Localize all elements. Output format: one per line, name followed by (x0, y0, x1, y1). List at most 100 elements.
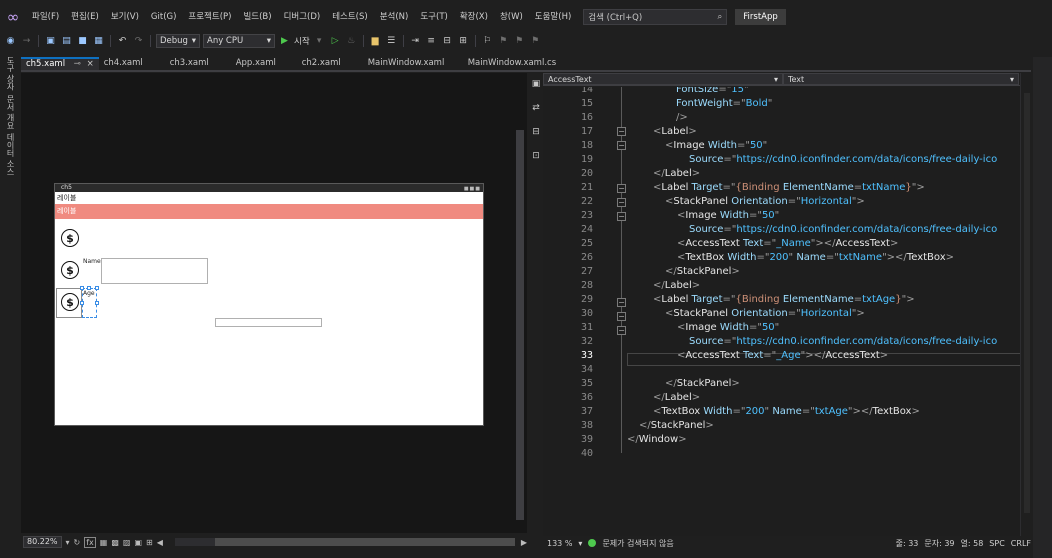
collapse-toggle-icon[interactable]: − (617, 198, 626, 207)
tab-ch2-xaml[interactable]: ch2.xaml (297, 57, 363, 70)
menu-extensions[interactable]: 확장(X) (454, 7, 494, 27)
tab-ch4-xaml[interactable]: ch4.xaml (99, 57, 165, 70)
collapse-toggle-icon[interactable]: − (617, 298, 626, 307)
menu-edit[interactable]: 편집(E) (65, 7, 105, 27)
data-sources-tab[interactable]: 데이터 소스 (5, 133, 16, 176)
bookmark-next-icon[interactable]: ⚑ (513, 35, 526, 48)
redo-icon[interactable]: ↷ (132, 35, 145, 48)
property-dropdown[interactable]: Text ▾ (783, 73, 1019, 85)
start-debugging-icon[interactable]: ▶ (278, 35, 291, 48)
navigate-forward-icon[interactable]: → (20, 35, 33, 48)
designer-horizontal-scrollbar[interactable] (174, 538, 515, 546)
resize-handle[interactable] (80, 286, 84, 290)
layout-icon[interactable]: ☰ (385, 35, 398, 48)
preview-label-plain[interactable]: 레이블 (55, 192, 483, 204)
code-line-15[interactable]: FontWeight="Bold" (676, 97, 772, 111)
collapse-toggle-icon[interactable]: − (617, 326, 626, 335)
artboard-icon[interactable]: ▨ (123, 538, 131, 547)
tab-ch5-xaml[interactable]: ch5.xaml ⊸ × (21, 57, 99, 70)
resize-handle[interactable] (87, 286, 91, 290)
code-line-20[interactable]: </Label> (653, 167, 700, 181)
code-line-39[interactable]: </Window> (627, 433, 687, 447)
vertical-split-icon[interactable]: ⇄ (532, 103, 540, 113)
menu-test[interactable]: 테스트(S) (326, 7, 374, 27)
comment-icon[interactable]: ⊟ (441, 35, 454, 48)
toolbox-icon[interactable]: ▆ (369, 35, 382, 48)
code-line-27[interactable]: </StackPanel> (665, 265, 740, 279)
effects-icon[interactable]: fx (84, 536, 96, 548)
resize-handle[interactable] (95, 286, 99, 290)
snap-grid-icon[interactable]: ▩ (111, 538, 119, 547)
device-icon[interactable]: ⊞ (146, 538, 153, 547)
menu-file[interactable]: 파일(F) (26, 7, 65, 27)
swap-panes-icon[interactable]: ▣ (532, 79, 541, 89)
horizontal-split-icon[interactable]: ⊟ (532, 127, 540, 137)
platform-dropdown[interactable]: Any CPU ▾ (203, 34, 275, 48)
code-line-30[interactable]: <StackPanel Orientation="Horizontal"> (665, 307, 865, 321)
tab-ch3-xaml[interactable]: ch3.xaml (165, 57, 231, 70)
code-line-33[interactable]: <AccessText Text="_Age"></AccessText> (677, 349, 888, 363)
toolbox-tab[interactable]: 도구 상자 (5, 56, 16, 91)
name-access-text[interactable]: Name (83, 258, 101, 265)
tab-mainwindow-xaml-cs[interactable]: MainWindow.xaml.cs (463, 57, 583, 70)
chevron-down-icon[interactable]: ▾ (578, 539, 582, 548)
solution-name-badge[interactable]: FirstApp (735, 8, 786, 25)
dollar-icon[interactable]: $ (61, 293, 79, 311)
scroll-thumb[interactable] (214, 538, 515, 546)
resize-handle[interactable] (95, 301, 99, 305)
collapse-toggle-icon[interactable]: − (617, 184, 626, 193)
element-dropdown[interactable]: AccessText ▾ (543, 73, 783, 85)
scroll-left-icon[interactable]: ◀ (157, 538, 163, 547)
tab-mainwindow-xaml[interactable]: MainWindow.xaml (363, 57, 463, 70)
code-line-28[interactable]: </Label> (653, 279, 700, 293)
menu-view[interactable]: 보기(V) (105, 7, 145, 27)
configuration-dropdown[interactable]: Debug ▾ (156, 34, 200, 48)
menu-git[interactable]: Git(G) (145, 7, 183, 27)
dollar-icon[interactable]: $ (61, 229, 79, 247)
visual-studio-logo-icon[interactable]: ∞ (0, 0, 26, 33)
code-line-18[interactable]: <Image Width="50" (665, 139, 767, 153)
xaml-code-editor[interactable]: 14 15 16 17 18 19 20 21 22 23 24 25 26 27 28 29 30 31 32 33… (543, 87, 1031, 536)
age-textbox-preview[interactable] (215, 318, 322, 327)
scroll-thumb[interactable] (1024, 93, 1030, 513)
collapse-toggle-icon[interactable]: − (617, 212, 626, 221)
menu-debug[interactable]: 디버그(D) (278, 7, 327, 27)
menu-build[interactable]: 빌드(B) (237, 7, 277, 27)
chevron-down-icon[interactable]: ▾ (313, 35, 326, 48)
code-line-22[interactable]: <StackPanel Orientation="Horizontal"> (665, 195, 865, 209)
indent-icon[interactable]: ⇥ (409, 35, 422, 48)
scroll-right-icon[interactable]: ▶ (521, 538, 527, 547)
open-folder-icon[interactable]: ▤ (60, 35, 73, 48)
document-outline-tab[interactable]: 문서 개요 (5, 95, 16, 130)
menu-help[interactable]: 도움말(H) (529, 7, 577, 27)
code-line-23[interactable]: <Image Width="50" (677, 209, 779, 223)
grid-toggle-icon[interactable]: ▦ (100, 538, 108, 547)
pin-icon[interactable]: ⊸ (74, 59, 81, 69)
new-project-icon[interactable]: ▣ (44, 35, 57, 48)
code-line-25[interactable]: <AccessText Text="_Name"></AccessText> (677, 237, 898, 251)
uncomment-icon[interactable]: ⊞ (457, 35, 470, 48)
code-line-19[interactable]: Source="https://cdn0.iconfinder.com/data… (689, 153, 997, 167)
code-line-24[interactable]: Source="https://cdn0.iconfinder.com/data… (689, 223, 997, 237)
editor-zoom-dropdown[interactable]: 133 % (547, 539, 572, 548)
code-line-31[interactable]: <Image Width="50" (677, 321, 779, 335)
collapse-toggle-icon[interactable]: − (617, 127, 626, 136)
menu-project[interactable]: 프로젝트(P) (182, 7, 237, 27)
chevron-down-icon[interactable]: ▾ (66, 538, 70, 547)
snap-lines-icon[interactable]: ▣ (134, 538, 142, 547)
code-line-38[interactable]: </StackPanel> (639, 419, 714, 433)
whitespace-mode[interactable]: SPC (989, 539, 1005, 548)
save-icon[interactable]: ■ (76, 35, 89, 48)
dollar-icon[interactable]: $ (61, 261, 79, 279)
save-all-icon[interactable]: ▦ (92, 35, 105, 48)
bookmark-icon[interactable]: ⚐ (481, 35, 494, 48)
bookmark-prev-icon[interactable]: ⚑ (497, 35, 510, 48)
design-window-preview[interactable]: ch5 ■■■ 레이블 레이블 $ $ Name $ Age (54, 183, 484, 426)
collapse-toggle-icon[interactable]: − (617, 141, 626, 150)
code-line-35[interactable]: </StackPanel> (665, 377, 740, 391)
designer-zoom-dropdown[interactable]: 80.22% (23, 536, 62, 548)
start-without-debugging-icon[interactable]: ▷ (329, 35, 342, 48)
menu-tools[interactable]: 도구(T) (414, 7, 453, 27)
code-line-21[interactable]: <Label Target="{Binding ElementName=txtN… (653, 181, 925, 195)
navigate-back-icon[interactable]: ◉ (4, 35, 17, 48)
